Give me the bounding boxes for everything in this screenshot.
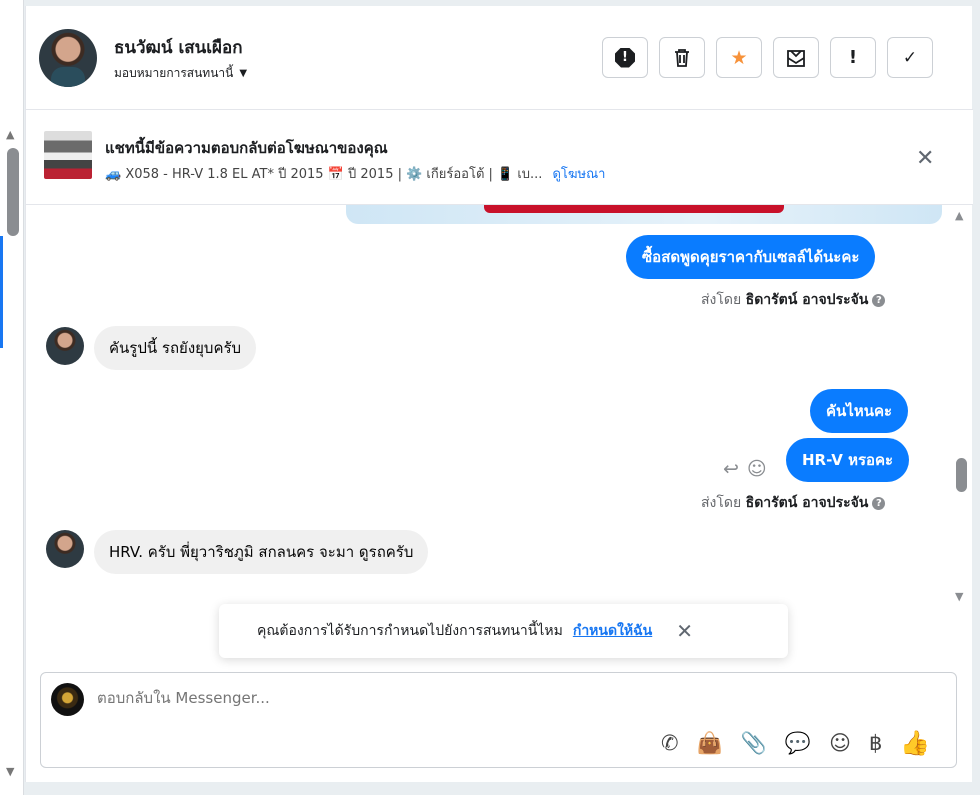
thumbs-up-icon[interactable]: 👍	[900, 729, 930, 757]
thread-scroll-down-arrow[interactable]: ▼	[955, 590, 963, 603]
message-bubble-outgoing[interactable]: HR-V หรอคะ	[786, 438, 910, 482]
message-bubble-incoming[interactable]: HRV. ครับ พี่ยุวาริชภูมิ สกลนคร จะมา ดูร…	[94, 530, 429, 574]
sent-by-prefix: ส่งโดย	[701, 292, 742, 308]
left-list-strip: ▲ ▼	[0, 0, 24, 795]
assign-toast-text: คุณต้องการได้รับการกำหนดไปยังการสนทนานี้…	[257, 623, 563, 639]
contact-avatar[interactable]	[39, 29, 97, 87]
saved-reply-icon[interactable]: 💬	[785, 731, 811, 756]
scroll-down-arrow[interactable]: ▼	[6, 765, 14, 778]
thread-scroll-up-arrow[interactable]: ▲	[955, 209, 963, 222]
react-emoji-icon[interactable]: ☺	[747, 458, 767, 480]
sent-by-label: ส่งโดย ธิดารัตน์ อาจประจัน?	[701, 289, 886, 311]
spam-button[interactable]: !	[602, 37, 648, 78]
mark-done-button[interactable]: ✓	[887, 37, 933, 78]
baht-icon[interactable]: ฿	[869, 731, 882, 755]
mark-unread-icon	[787, 49, 805, 67]
message-bubble-outgoing[interactable]: ซื้อสดพูดคุยราคากับเซลล์ได้นะคะ	[626, 235, 876, 279]
assign-to-me-link[interactable]: กำหนดให้ฉัน	[573, 620, 652, 642]
trash-icon	[675, 48, 689, 67]
reply-input[interactable]	[97, 689, 697, 707]
page-avatar	[51, 683, 84, 716]
promo-image-attachment[interactable]	[346, 205, 942, 224]
mark-unread-button[interactable]	[773, 37, 819, 78]
help-icon[interactable]: ?	[872, 496, 886, 510]
done-check-icon: ✓	[902, 47, 918, 68]
help-icon[interactable]: ?	[872, 293, 886, 307]
emoji-icon[interactable]: ☺	[829, 731, 851, 755]
follow-up-icon: !	[848, 47, 858, 68]
ad-thumbnail[interactable]	[44, 131, 92, 179]
delete-button[interactable]	[659, 37, 705, 78]
reply-composer: ✆ 👜 📎 💬 ☺ ฿ 👍	[40, 672, 957, 768]
view-ad-link[interactable]: ดูโฆษณา	[552, 167, 605, 182]
shop-bag-icon[interactable]: 👜	[697, 731, 723, 756]
close-icon[interactable]: ✕	[676, 619, 693, 643]
sent-by-prefix: ส่งโดย	[701, 495, 742, 511]
sent-by-name: ธิดารัตน์ อาจประจัน	[745, 495, 869, 511]
customer-avatar[interactable]	[46, 530, 84, 568]
reply-icon[interactable]: ↩	[723, 458, 739, 480]
attach-icon[interactable]: 📎	[741, 731, 767, 756]
spam-icon: !	[615, 47, 635, 68]
header-toolbar: ! ★ ! ✓	[602, 37, 933, 78]
promo-banner-red-bar	[484, 205, 784, 213]
composer-toolbar: ✆ 👜 📎 💬 ☺ ฿ 👍	[661, 729, 930, 757]
ad-banner-description: 🚙 X058 - HR-V 1.8 EL AT* ปี 2015 📅 ปี 20…	[105, 163, 605, 184]
star-icon: ★	[730, 46, 748, 69]
message-bubble-outgoing[interactable]: คันไหนคะ	[810, 389, 909, 433]
sent-by-label: ส่งโดย ธิดารัตน์ อาจประจัน?	[701, 492, 886, 514]
assign-dropdown[interactable]: มอบหมายการสนทนานี้ ▼	[114, 64, 247, 83]
message-thread: ซื้อสดพูดคุยราคากับเซลล์ได้นะคะ ส่งโดย ธ…	[26, 205, 973, 670]
message-actions: ↩ ☺	[723, 458, 767, 480]
caret-down-icon: ▼	[239, 68, 248, 79]
sent-by-name: ธิดารัตน์ อาจประจัน	[745, 292, 869, 308]
star-button[interactable]: ★	[716, 37, 762, 78]
close-icon[interactable]: ✕	[916, 148, 934, 170]
ad-banner-title: แชทนี้มีข้อความตอบกลับต่อโฆษณาของคุณ	[105, 139, 388, 157]
assign-toast: คุณต้องการได้รับการกำหนดไปยังการสนทนานี้…	[219, 604, 788, 658]
conversation-panel: ธนวัฒน์ เสนเผือก มอบหมายการสนทนานี้ ▼ ! …	[25, 6, 973, 782]
ad-reply-banner: แชทนี้มีข้อความตอบกลับต่อโฆษณาของคุณ 🚙 X…	[26, 110, 973, 205]
assign-label: มอบหมายการสนทนานี้	[114, 66, 234, 80]
scroll-up-arrow[interactable]: ▲	[6, 128, 14, 141]
conversation-header: ธนวัฒน์ เสนเผือก มอบหมายการสนทนานี้ ▼ ! …	[26, 6, 973, 110]
ad-description-text: 🚙 X058 - HR-V 1.8 EL AT* ปี 2015 📅 ปี 20…	[105, 167, 543, 182]
left-scrollbar-thumb[interactable]	[7, 148, 19, 236]
message-bubble-incoming[interactable]: คันรูปนี้ รถยังยุบครับ	[94, 326, 257, 370]
follow-up-button[interactable]: !	[830, 37, 876, 78]
contact-name[interactable]: ธนวัฒน์ เสนเผือก	[114, 34, 243, 61]
selected-indicator	[0, 236, 3, 348]
call-add-icon[interactable]: ✆	[661, 731, 679, 755]
customer-avatar[interactable]	[46, 327, 84, 365]
thread-scrollbar-thumb[interactable]	[956, 458, 967, 492]
